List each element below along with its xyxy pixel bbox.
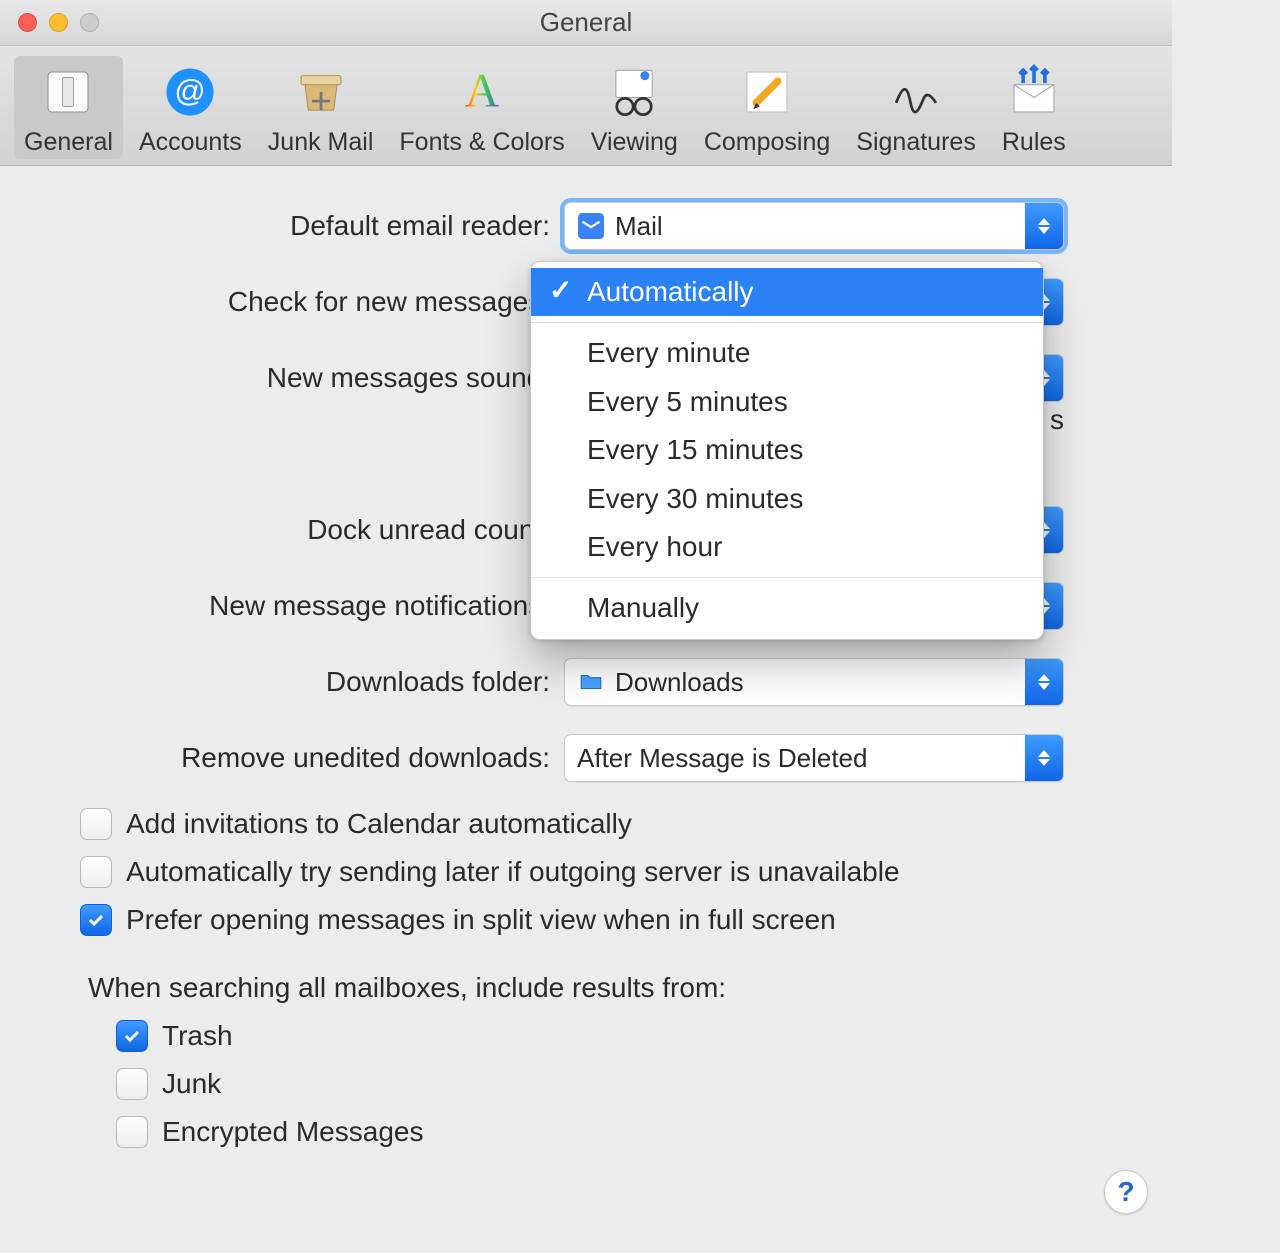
checkbox-retry[interactable]: Automatically try sending later if outgo…	[80, 856, 1128, 888]
junk-mail-icon	[289, 60, 353, 124]
menu-item-label: Automatically	[587, 276, 754, 307]
menu-item-manually[interactable]: Manually	[531, 584, 1043, 632]
checkbox-label: Automatically try sending later if outgo…	[126, 856, 900, 888]
stepper-icon	[1025, 735, 1063, 781]
search-section-heading: When searching all mailboxes, include re…	[88, 972, 1128, 1004]
toolbar-tab-label: Viewing	[591, 128, 678, 157]
checkbox-splitview[interactable]: Prefer opening messages in split view wh…	[80, 904, 1128, 936]
toolbar-tab-composing[interactable]: Composing	[694, 56, 840, 159]
default-reader-popup[interactable]: Mail	[564, 202, 1064, 250]
accounts-icon: @	[158, 60, 222, 124]
titlebar: General	[0, 0, 1172, 46]
minimize-window-button[interactable]	[49, 13, 68, 32]
composing-icon	[735, 60, 799, 124]
obscured-text-fragment: s	[1050, 404, 1064, 436]
label-check-messages: Check for new messages:	[44, 286, 564, 318]
checkbox-icon	[116, 1068, 148, 1100]
downloads-value: Downloads	[615, 667, 744, 698]
toolbar-tab-junk[interactable]: Junk Mail	[258, 56, 384, 159]
menu-item-every-minute[interactable]: Every minute	[531, 329, 1043, 377]
toolbar-tab-signatures[interactable]: Signatures	[846, 56, 986, 159]
checkmark-icon: ✓	[549, 273, 572, 309]
window-controls	[18, 13, 99, 32]
search-checkbox-group: Trash Junk Encrypted Messages	[44, 1020, 1128, 1148]
checkbox-label: Junk	[162, 1068, 221, 1100]
svg-text:A: A	[465, 66, 499, 118]
preferences-toolbar: General @ Accounts Junk Mail A Fonts & C…	[0, 46, 1172, 166]
label-downloads: Downloads folder:	[44, 666, 564, 698]
toolbar-tab-label: Accounts	[139, 128, 242, 157]
toolbar-tab-label: Fonts & Colors	[399, 128, 564, 157]
svg-text:@: @	[175, 73, 206, 108]
menu-separator	[531, 577, 1043, 578]
checkbox-icon	[116, 1116, 148, 1148]
menu-item-label: Every 15 minutes	[587, 434, 803, 465]
menu-item-label: Every 5 minutes	[587, 386, 788, 417]
checkbox-trash[interactable]: Trash	[116, 1020, 1128, 1052]
mail-app-icon	[577, 212, 605, 240]
toolbar-tab-general[interactable]: General	[14, 56, 123, 159]
toolbar-tab-fonts[interactable]: A Fonts & Colors	[389, 56, 574, 159]
menu-item-label: Manually	[587, 592, 699, 623]
checkbox-icon	[80, 808, 112, 840]
checkbox-junk[interactable]: Junk	[116, 1068, 1128, 1100]
menu-item-every-15[interactable]: Every 15 minutes	[531, 426, 1043, 474]
toolbar-tab-label: Signatures	[856, 128, 976, 157]
remove-downloads-popup[interactable]: After Message is Deleted	[564, 734, 1064, 782]
help-icon: ?	[1117, 1176, 1134, 1208]
stepper-icon	[1025, 659, 1063, 705]
checkbox-label: Encrypted Messages	[162, 1116, 423, 1148]
checkbox-group: Add invitations to Calendar automaticall…	[44, 808, 1128, 936]
menu-item-label: Every hour	[587, 531, 722, 562]
close-window-button[interactable]	[18, 13, 37, 32]
label-default-reader: Default email reader:	[44, 210, 564, 242]
label-remove-downloads: Remove unedited downloads:	[44, 742, 564, 774]
window-title: General	[0, 7, 1172, 38]
menu-item-label: Every 30 minutes	[587, 483, 803, 514]
default-reader-value: Mail	[615, 211, 663, 242]
rules-icon	[1002, 60, 1066, 124]
signatures-icon	[884, 60, 948, 124]
checkbox-icon	[116, 1020, 148, 1052]
menu-item-every-hour[interactable]: Every hour	[531, 523, 1043, 571]
row-downloads: Downloads folder: Downloads	[44, 656, 1128, 708]
checkbox-icon	[80, 904, 112, 936]
checkbox-encrypted[interactable]: Encrypted Messages	[116, 1116, 1128, 1148]
toolbar-tab-label: Junk Mail	[268, 128, 374, 157]
preferences-window: General General @ Accounts Junk Mail	[0, 0, 1172, 1234]
check-messages-menu: ✓ Automatically Every minute Every 5 min…	[530, 261, 1044, 640]
menu-separator	[531, 322, 1043, 323]
general-icon	[36, 60, 100, 124]
menu-item-every-30[interactable]: Every 30 minutes	[531, 475, 1043, 523]
label-dock: Dock unread count:	[44, 514, 564, 546]
row-remove-downloads: Remove unedited downloads: After Message…	[44, 732, 1128, 784]
zoom-window-button[interactable]	[80, 13, 99, 32]
help-button[interactable]: ?	[1104, 1170, 1148, 1214]
folder-icon	[577, 668, 605, 696]
toolbar-tab-label: Composing	[704, 128, 830, 157]
menu-item-automatically[interactable]: ✓ Automatically	[531, 268, 1043, 316]
fonts-colors-icon: A	[450, 60, 514, 124]
menu-item-every-5[interactable]: Every 5 minutes	[531, 378, 1043, 426]
checkbox-label: Prefer opening messages in split view wh…	[126, 904, 836, 936]
toolbar-tab-viewing[interactable]: Viewing	[581, 56, 688, 159]
label-sound: New messages sound:	[44, 362, 564, 394]
label-notifications: New message notifications:	[44, 590, 564, 622]
menu-item-label: Every minute	[587, 337, 750, 368]
checkbox-label: Trash	[162, 1020, 233, 1052]
toolbar-tab-label: General	[24, 128, 113, 157]
checkbox-icon	[80, 856, 112, 888]
toolbar-tab-accounts[interactable]: @ Accounts	[129, 56, 252, 159]
remove-downloads-value: After Message is Deleted	[577, 743, 867, 774]
toolbar-tab-rules[interactable]: Rules	[992, 56, 1076, 159]
downloads-popup[interactable]: Downloads	[564, 658, 1064, 706]
toolbar-tab-label: Rules	[1002, 128, 1066, 157]
checkbox-label: Add invitations to Calendar automaticall…	[126, 808, 632, 840]
general-pane: Default email reader: Mail Check for new…	[0, 166, 1172, 1148]
stepper-icon	[1025, 203, 1063, 249]
row-default-reader: Default email reader: Mail	[44, 200, 1128, 252]
checkbox-invitations[interactable]: Add invitations to Calendar automaticall…	[80, 808, 1128, 840]
viewing-icon	[602, 60, 666, 124]
